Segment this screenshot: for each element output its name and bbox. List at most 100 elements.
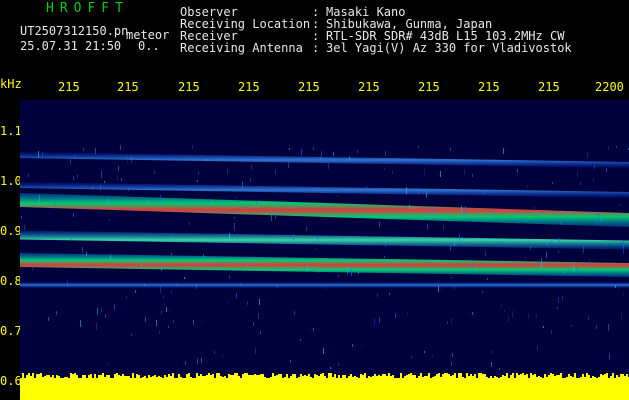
noise-floor-spike bbox=[274, 376, 276, 380]
x-tick-label: 2200 bbox=[595, 80, 624, 94]
noise-floor-spike bbox=[364, 373, 366, 380]
noise-floor-spike bbox=[532, 375, 534, 380]
noise-floor-spike bbox=[428, 373, 430, 380]
noise-speckle bbox=[54, 202, 55, 206]
noise-speckle bbox=[196, 284, 197, 289]
noise-speckle bbox=[83, 236, 84, 239]
noise-floor-spike bbox=[232, 375, 234, 380]
noise-floor-spike bbox=[506, 373, 508, 380]
noise-speckle bbox=[233, 189, 234, 192]
noise-speckle bbox=[546, 252, 547, 258]
y-tick-label: 1.1 bbox=[0, 124, 22, 138]
noise-floor-spike bbox=[42, 377, 44, 380]
noise-speckle bbox=[92, 187, 93, 190]
noise-speckle bbox=[429, 208, 430, 211]
noise-speckle bbox=[328, 162, 329, 169]
noise-floor-spike bbox=[540, 377, 542, 380]
noise-speckle bbox=[172, 235, 173, 240]
noise-speckle bbox=[227, 168, 228, 174]
noise-floor-spike bbox=[356, 377, 358, 380]
noise-speckle bbox=[503, 148, 504, 154]
noise-speckle bbox=[347, 268, 348, 275]
noise-speckle bbox=[42, 152, 43, 159]
noise-floor-spike bbox=[90, 374, 92, 380]
noise-speckle bbox=[121, 178, 122, 181]
noise-floor-spike bbox=[310, 377, 312, 380]
noise-floor-spike bbox=[342, 375, 344, 380]
noise-floor-spike bbox=[416, 378, 418, 380]
noise-speckle bbox=[74, 155, 75, 159]
noise-speckle bbox=[608, 146, 609, 150]
noise-speckle bbox=[341, 239, 342, 241]
noise-floor-spike bbox=[74, 373, 76, 380]
noise-speckle bbox=[109, 219, 110, 221]
noise-speckle bbox=[101, 171, 102, 178]
y-tick-label: 0.6 bbox=[0, 374, 22, 388]
noise-floor-spike bbox=[244, 373, 246, 380]
noise-floor-spike bbox=[466, 373, 468, 380]
noise-speckle bbox=[406, 187, 407, 194]
noise-floor-spike bbox=[350, 374, 352, 380]
noise-speckle bbox=[323, 348, 324, 354]
noise-speckle bbox=[229, 233, 230, 238]
noise-floor-spike bbox=[118, 375, 120, 380]
noise-speckle bbox=[379, 317, 380, 323]
noise-speckle bbox=[128, 188, 129, 191]
noise-speckle bbox=[198, 172, 199, 174]
noise-floor-spike bbox=[168, 374, 170, 380]
noise-speckle bbox=[145, 317, 146, 322]
noise-floor-spike bbox=[430, 378, 432, 380]
noise-floor-spike bbox=[102, 373, 104, 380]
noise-floor-spike bbox=[86, 378, 88, 380]
noise-speckle bbox=[193, 320, 194, 325]
noise-speckle bbox=[32, 265, 33, 271]
noise-speckle bbox=[551, 240, 552, 242]
noise-floor-spike bbox=[580, 377, 582, 380]
noise-floor-spike bbox=[224, 376, 226, 380]
noise-speckle bbox=[621, 312, 622, 319]
noise-speckle bbox=[558, 250, 559, 253]
noise-speckle bbox=[573, 265, 574, 272]
noise-speckle bbox=[250, 178, 251, 182]
noise-floor-spike bbox=[500, 377, 502, 380]
signal-band bbox=[20, 230, 629, 250]
noise-speckle bbox=[431, 267, 432, 270]
noise-speckle bbox=[107, 199, 108, 204]
noise-floor-spike bbox=[568, 374, 570, 380]
signal-band bbox=[20, 282, 629, 288]
noise-floor-spike bbox=[230, 375, 232, 380]
noise-speckle bbox=[313, 147, 314, 150]
noise-floor-spike bbox=[626, 374, 628, 380]
noise-speckle bbox=[161, 311, 162, 314]
noise-floor-spike bbox=[440, 377, 442, 380]
noise-floor-spike bbox=[252, 375, 254, 380]
x-tick-label: 215 bbox=[538, 80, 560, 94]
noise-floor-spike bbox=[376, 376, 378, 380]
noise-speckle bbox=[601, 218, 602, 222]
noise-speckle bbox=[499, 368, 500, 370]
noise-floor-spike bbox=[334, 374, 336, 380]
noise-speckle bbox=[551, 330, 552, 334]
y-tick-label: 1.0 bbox=[0, 174, 22, 188]
noise-floor-spike bbox=[488, 378, 490, 380]
noise-speckle bbox=[623, 241, 624, 248]
noise-floor-spike bbox=[206, 375, 208, 380]
noise-speckle bbox=[358, 272, 359, 274]
noise-speckle bbox=[616, 146, 617, 148]
noise-speckle bbox=[385, 151, 386, 156]
noise-floor-spike bbox=[562, 378, 564, 380]
noise-speckle bbox=[491, 362, 492, 367]
noise-speckle bbox=[501, 304, 502, 307]
noise-floor-spike bbox=[98, 375, 100, 380]
noise-floor-spike bbox=[134, 378, 136, 380]
noise-floor-spike bbox=[88, 375, 90, 380]
noise-floor-spike bbox=[518, 375, 520, 380]
noise-speckle bbox=[459, 234, 460, 241]
noise-speckle bbox=[472, 312, 473, 315]
noise-floor-spike bbox=[442, 374, 444, 380]
noise-floor-spike bbox=[386, 376, 388, 380]
noise-floor-spike bbox=[548, 375, 550, 380]
noise-speckle bbox=[389, 293, 390, 295]
noise-floor-spike bbox=[596, 378, 598, 380]
noise-floor-spike bbox=[362, 375, 364, 380]
